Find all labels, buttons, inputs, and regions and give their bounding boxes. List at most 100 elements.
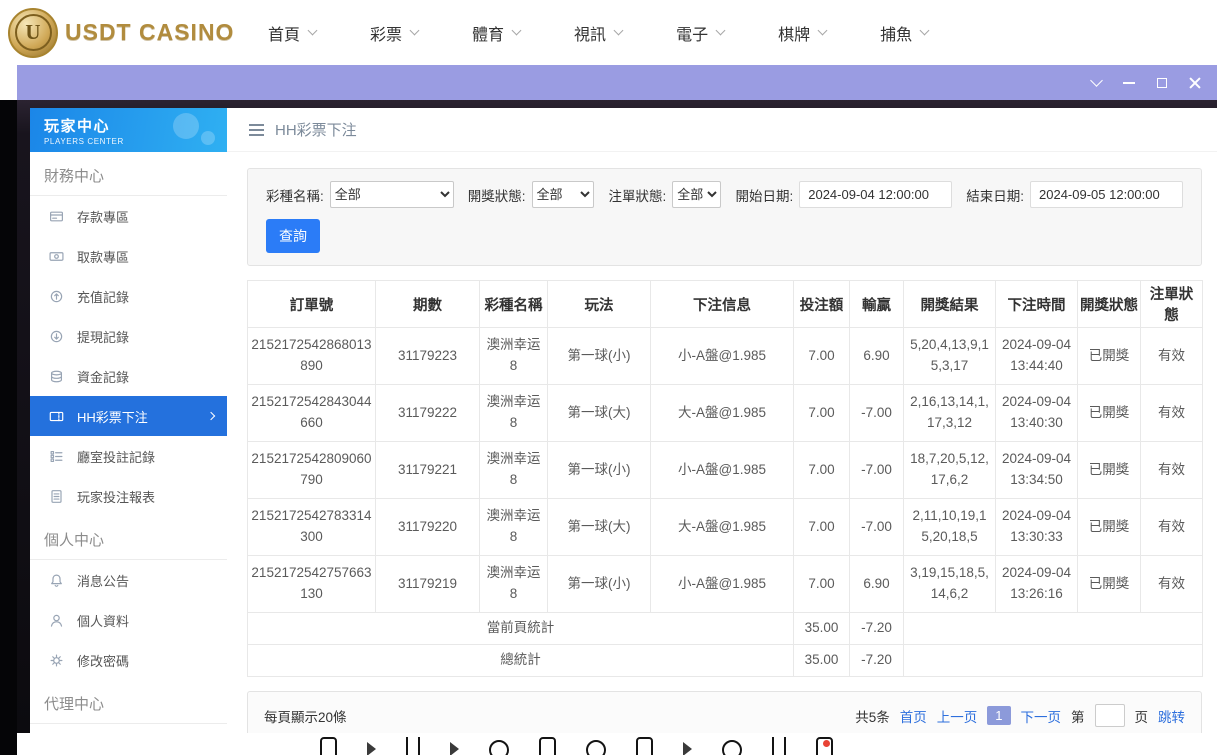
sidebar-item[interactable]: 消息公告: [30, 560, 227, 600]
bet-status-select[interactable]: 全部: [672, 181, 721, 208]
table-cell: 7.00: [794, 556, 850, 613]
window-close-icon[interactable]: [1189, 77, 1201, 89]
sidebar-section-header-3: 代理中心: [30, 680, 227, 724]
sidebar-item[interactable]: 玩家投注報表: [30, 476, 227, 516]
bet-records-table: 訂單號期數彩種名稱玩法下注信息投注額輸贏開獎結果下注時間開獎狀態注單狀態 215…: [247, 280, 1203, 677]
window-titlebar: [17, 65, 1217, 100]
table-cell: 2024-09-04 13:26:16: [996, 556, 1078, 613]
nav-item-label: 視訊: [574, 21, 606, 45]
sidebar: 玩家中心 PLAYERS CENTER 財務中心存款專區取款專區充值記錄提現記錄…: [30, 108, 227, 733]
table-cell: 2024-09-04 13:40:30: [996, 385, 1078, 442]
lottery-name-select[interactable]: 全部: [330, 181, 454, 208]
usdt-casino-logo-icon: U: [8, 8, 58, 58]
sidebar-item[interactable]: 資金記錄: [30, 356, 227, 396]
nav-item-1[interactable]: 首頁: [268, 21, 316, 45]
column-header: 玩法: [548, 281, 651, 328]
brand-logo[interactable]: U USDT CASINO: [8, 8, 234, 58]
lottery-bet-icon: [49, 409, 64, 424]
table-cell: 7.00: [794, 442, 850, 499]
player-center-window: 玩家中心 PLAYERS CENTER 財務中心存款專區取款專區充值記錄提現記錄…: [17, 65, 1217, 733]
table-row: 215217254278331430031179220澳洲幸运8第一球(大)大-…: [248, 499, 1203, 556]
page-header: HH彩票下注: [227, 108, 1217, 152]
prev-page-link[interactable]: 上一页: [937, 706, 978, 726]
next-page-link[interactable]: 下一页: [1021, 706, 1062, 726]
start-date-input[interactable]: [799, 181, 952, 208]
nav-item-label: 首頁: [268, 21, 300, 45]
table-cell: 第一球(大): [548, 385, 651, 442]
end-date-input[interactable]: [1030, 181, 1183, 208]
draw-status-select[interactable]: 全部: [532, 181, 595, 208]
sidebar-item[interactable]: HH彩票下注: [30, 396, 227, 436]
nav-item-5[interactable]: 電子: [676, 21, 724, 45]
jump-button[interactable]: 跳转: [1158, 706, 1185, 726]
sidebar-item-label: 消息公告: [77, 571, 129, 590]
decorative-circle: [173, 113, 199, 139]
sidebar-section-header-2: 個人中心: [30, 516, 227, 560]
pagination-bar: 每頁顯示20條 共5条 首页 上一页 1 下一页 第 页 跳转: [247, 691, 1202, 733]
summary-empty-cell: [904, 613, 1203, 645]
table-cell: 2024-09-04 13:34:50: [996, 442, 1078, 499]
background-page-icons: [320, 737, 833, 755]
table-cell: 澳洲幸运8: [480, 442, 548, 499]
table-cell: 第一球(小): [548, 442, 651, 499]
top-navigation-bar: U USDT CASINO 首頁 彩票 體育 視訊 電子 棋牌 捕魚: [0, 0, 1217, 65]
table-cell: 已開獎: [1078, 385, 1141, 442]
table-cell: 2,11,10,19,15,20,18,5: [904, 499, 996, 556]
table-cell: 31179221: [376, 442, 480, 499]
search-button[interactable]: 查詢: [266, 219, 320, 253]
sidebar-sections: 財務中心存款專區取款專區充值記錄提現記錄資金記錄HH彩票下注廳室投註記錄玩家投注…: [30, 152, 227, 724]
current-page[interactable]: 1: [987, 706, 1010, 725]
table-cell: 有效: [1141, 556, 1203, 613]
column-header: 下注時間: [996, 281, 1078, 328]
page: U USDT CASINO 首頁彩票體育視訊電子棋牌捕魚 玩家中心 PLAYER…: [0, 0, 1217, 755]
sidebar-title: 玩家中心: [44, 115, 227, 136]
page-size-text: 每頁顯示20條: [264, 706, 347, 726]
summary-label: 當前頁統計: [248, 613, 794, 645]
table-row: 215217254280906079031179221澳洲幸运8第一球(小)小-…: [248, 442, 1203, 499]
nav-item-2[interactable]: 彩票: [370, 21, 418, 45]
chevron-down-icon: [308, 26, 318, 36]
sidebar-item[interactable]: 存款專區: [30, 196, 227, 236]
sidebar-item[interactable]: 個人資料: [30, 600, 227, 640]
table-cell: 有效: [1141, 499, 1203, 556]
summary-winloss-total: -7.20: [850, 645, 904, 677]
decorative-circle: [201, 131, 215, 145]
background-page-bottom: [17, 733, 1217, 755]
table-cell: 第一球(小): [548, 556, 651, 613]
chevron-right-icon: [207, 412, 215, 420]
first-page-link[interactable]: 首页: [900, 706, 927, 726]
table-cell: 31179220: [376, 499, 480, 556]
sidebar-item[interactable]: 修改密碼: [30, 640, 227, 680]
nav-item-label: 體育: [472, 21, 504, 45]
sidebar-item[interactable]: 提現記錄: [30, 316, 227, 356]
sidebar-item-label: 取款專區: [77, 247, 129, 266]
table-cell: 31179222: [376, 385, 480, 442]
nav-item-3[interactable]: 體育: [472, 21, 520, 45]
window-body: 玩家中心 PLAYERS CENTER 財務中心存款專區取款專區充值記錄提現記錄…: [17, 100, 1217, 733]
window-minimize-icon[interactable]: [1123, 82, 1135, 84]
table-cell: 2024-09-04 13:30:33: [996, 499, 1078, 556]
nav-item-6[interactable]: 棋牌: [778, 21, 826, 45]
nav-item-7[interactable]: 捕魚: [880, 21, 928, 45]
table-cell: 2,16,13,14,1,17,3,12: [904, 385, 996, 442]
sidebar-item[interactable]: 廳室投註記錄: [30, 436, 227, 476]
window-collapse-icon[interactable]: [1090, 74, 1103, 87]
sidebar-item[interactable]: 取款專區: [30, 236, 227, 276]
jump-prefix-text: 第: [1071, 706, 1085, 726]
table-cell: -7.00: [850, 385, 904, 442]
table-cell: 有效: [1141, 328, 1203, 385]
menu-toggle-icon[interactable]: [249, 124, 264, 136]
logo-letter: U: [15, 14, 52, 51]
table-cell: 31179219: [376, 556, 480, 613]
table-cell: 31179223: [376, 328, 480, 385]
column-header: 下注信息: [651, 281, 794, 328]
sidebar-item[interactable]: 充值記錄: [30, 276, 227, 316]
chevron-down-icon: [410, 26, 420, 36]
nav-item-4[interactable]: 視訊: [574, 21, 622, 45]
page-jump-input[interactable]: [1095, 704, 1125, 727]
column-header: 開獎結果: [904, 281, 996, 328]
table-cell: 18,7,20,5,12,17,6,2: [904, 442, 996, 499]
window-maximize-icon[interactable]: [1157, 78, 1167, 88]
sidebar-item-label: 玩家投注報表: [77, 487, 155, 506]
nav-item-label: 彩票: [370, 21, 402, 45]
